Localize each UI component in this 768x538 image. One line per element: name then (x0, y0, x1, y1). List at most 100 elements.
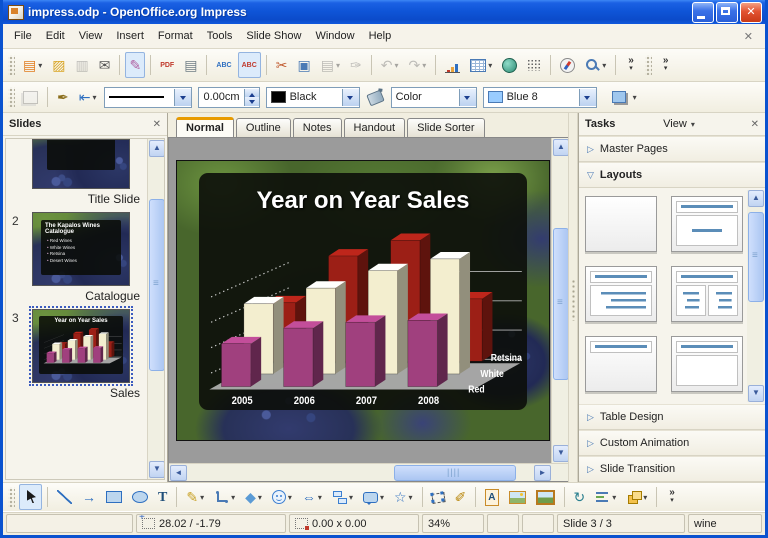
pen-style-button[interactable]: ✒ (53, 84, 73, 110)
position-size-button[interactable] (19, 84, 42, 110)
toolbar-grip[interactable] (8, 487, 15, 507)
text-tool[interactable]: T (154, 484, 171, 510)
chevron-down-icon[interactable] (579, 89, 596, 106)
open-button[interactable]: ▨ (48, 52, 69, 78)
tab-outline[interactable]: Outline (236, 118, 291, 137)
scroll-down-icon[interactable]: ▼ (149, 461, 165, 478)
glue-points-button[interactable]: ✐ (451, 484, 471, 510)
grid-button[interactable] (523, 52, 545, 78)
arrow-style-button[interactable]: ⇤▾ (75, 84, 101, 110)
layouts-scrollbar[interactable]: ▲ ▼ (747, 190, 763, 402)
table-button[interactable]: ▾ (466, 52, 496, 78)
menu-window[interactable]: Window (308, 27, 361, 45)
menu-edit[interactable]: Edit (39, 27, 72, 45)
stars-tool[interactable]: ☆▾ (390, 484, 417, 510)
fill-style-select[interactable]: Color (391, 87, 477, 108)
minimize-button[interactable] (692, 2, 714, 23)
rotate-button[interactable]: ↻ (570, 484, 590, 510)
slide-chart-object[interactable]: Year on Year Sales 2005200620072008RedWh… (199, 173, 527, 410)
chevron-down-icon[interactable] (342, 89, 359, 106)
menu-insert[interactable]: Insert (109, 27, 151, 45)
chevron-down-icon[interactable] (174, 89, 191, 106)
status-cursor-position[interactable]: 28.02 / -1.79 (136, 514, 286, 533)
toolbar-grip[interactable] (8, 55, 15, 75)
ellipse-tool[interactable] (128, 484, 152, 510)
section-master-pages[interactable]: ▷ Master Pages (579, 136, 765, 162)
block-arrows-tool[interactable]: ⇔▾ (298, 484, 326, 510)
shadow-button[interactable] (608, 84, 630, 110)
fill-color-select[interactable]: Blue 8 (483, 87, 597, 108)
menu-file[interactable]: File (7, 27, 39, 45)
scrollbar-thumb[interactable] (394, 465, 516, 481)
status-object-size[interactable]: 0.00 x 0.00 (289, 514, 419, 533)
slide-thumbnail-2[interactable]: 2 The Kapalos Wines Catalogue Red WinesW… (32, 212, 142, 303)
line-tool[interactable] (53, 484, 76, 510)
scrollbar-thumb[interactable] (748, 212, 764, 302)
navigator-button[interactable] (556, 52, 579, 78)
new-button[interactable]: ▤▾ (19, 52, 46, 78)
status-empty[interactable] (6, 514, 133, 533)
format-paintbrush-button[interactable]: ✑ (346, 52, 366, 78)
menu-slide-show[interactable]: Slide Show (239, 27, 308, 45)
arrange-button[interactable]: ▾ (622, 484, 651, 510)
menu-view[interactable]: View (72, 27, 110, 45)
from-file-button[interactable] (505, 484, 530, 510)
tasks-view-menu[interactable]: View (663, 118, 691, 130)
status-master-name[interactable]: wine (688, 514, 762, 533)
scrollbar-thumb[interactable] (149, 199, 165, 371)
select-tool[interactable] (19, 484, 42, 510)
layout-title-only[interactable] (585, 336, 657, 392)
status-slide-number[interactable]: Slide 3 / 3 (557, 514, 685, 533)
fontwork-button[interactable]: A (481, 484, 502, 510)
arrow-tool[interactable]: → (78, 484, 100, 510)
scroll-up-icon[interactable]: ▲ (553, 139, 568, 156)
spin-up-icon[interactable] (245, 89, 259, 98)
edit-file-button[interactable]: ✎ (125, 52, 145, 78)
edit-points-button[interactable] (428, 484, 449, 510)
line-width-value[interactable]: 0.00cm (199, 91, 243, 103)
horizontal-scrollbar[interactable]: ◄ ► (169, 463, 568, 481)
undo-button[interactable]: ↶▾ (377, 52, 403, 78)
layout-blank[interactable] (585, 196, 657, 252)
menu-format[interactable]: Format (151, 27, 200, 45)
menu-tools[interactable]: Tools (200, 27, 240, 45)
rectangle-tool[interactable] (102, 484, 126, 510)
section-slide-transition[interactable]: ▷ Slide Transition (579, 456, 765, 482)
tab-notes[interactable]: Notes (293, 118, 342, 137)
drawbar-overflow-button[interactable]: »▾ (662, 484, 682, 510)
copy-button[interactable]: ▣ (294, 52, 315, 78)
standard-toolbar-overflow-button[interactable]: »▾ (621, 52, 641, 78)
menu-help[interactable]: Help (362, 27, 399, 45)
scroll-up-icon[interactable]: ▲ (149, 140, 165, 157)
presentation-toolbar-overflow-button[interactable]: »▾ (656, 52, 676, 78)
document-close-icon[interactable]: ✕ (736, 30, 761, 43)
layout-title-frame[interactable] (671, 336, 743, 392)
basic-shapes-tool[interactable]: ◆▾ (241, 484, 266, 510)
layout-title-subtitle[interactable] (671, 196, 743, 252)
paste-button[interactable]: ▤▾ (317, 52, 344, 78)
chart-button[interactable] (441, 52, 464, 78)
tasks-panel-close-icon[interactable]: ✕ (751, 119, 759, 130)
vertical-scrollbar[interactable]: ▲ ▼ (551, 138, 568, 463)
line-style-select[interactable] (104, 87, 192, 108)
section-layouts[interactable]: ▽ Layouts (579, 162, 765, 188)
section-table-design[interactable]: ▷ Table Design (579, 404, 765, 430)
layout-title-content[interactable] (585, 266, 657, 322)
scroll-down-icon[interactable]: ▼ (748, 385, 764, 402)
scroll-up-icon[interactable]: ▲ (748, 190, 764, 207)
tab-slide-sorter[interactable]: Slide Sorter (407, 118, 484, 137)
toolbar-grip[interactable] (8, 87, 15, 107)
line-width-spinner[interactable]: 0.00cm (198, 87, 259, 108)
status-zoom-level[interactable]: 34% (422, 514, 484, 533)
flowchart-tool[interactable]: ▾ (328, 484, 357, 510)
gallery-button[interactable] (532, 484, 559, 510)
symbol-shapes-tool[interactable]: ▾ (268, 484, 296, 510)
maximize-button[interactable] (716, 2, 738, 23)
spellcheck-button[interactable]: ABC (212, 52, 235, 78)
fill-can-button[interactable] (364, 84, 387, 110)
toolbar-grip[interactable] (645, 55, 652, 75)
redo-button[interactable]: ↷▾ (404, 52, 430, 78)
slide-thumbnail-1[interactable]: Fine wines from Greek Island Vineyards T… (32, 139, 142, 206)
slides-panel-close-icon[interactable]: ✕ (153, 119, 161, 130)
tab-handout[interactable]: Handout (344, 118, 406, 137)
